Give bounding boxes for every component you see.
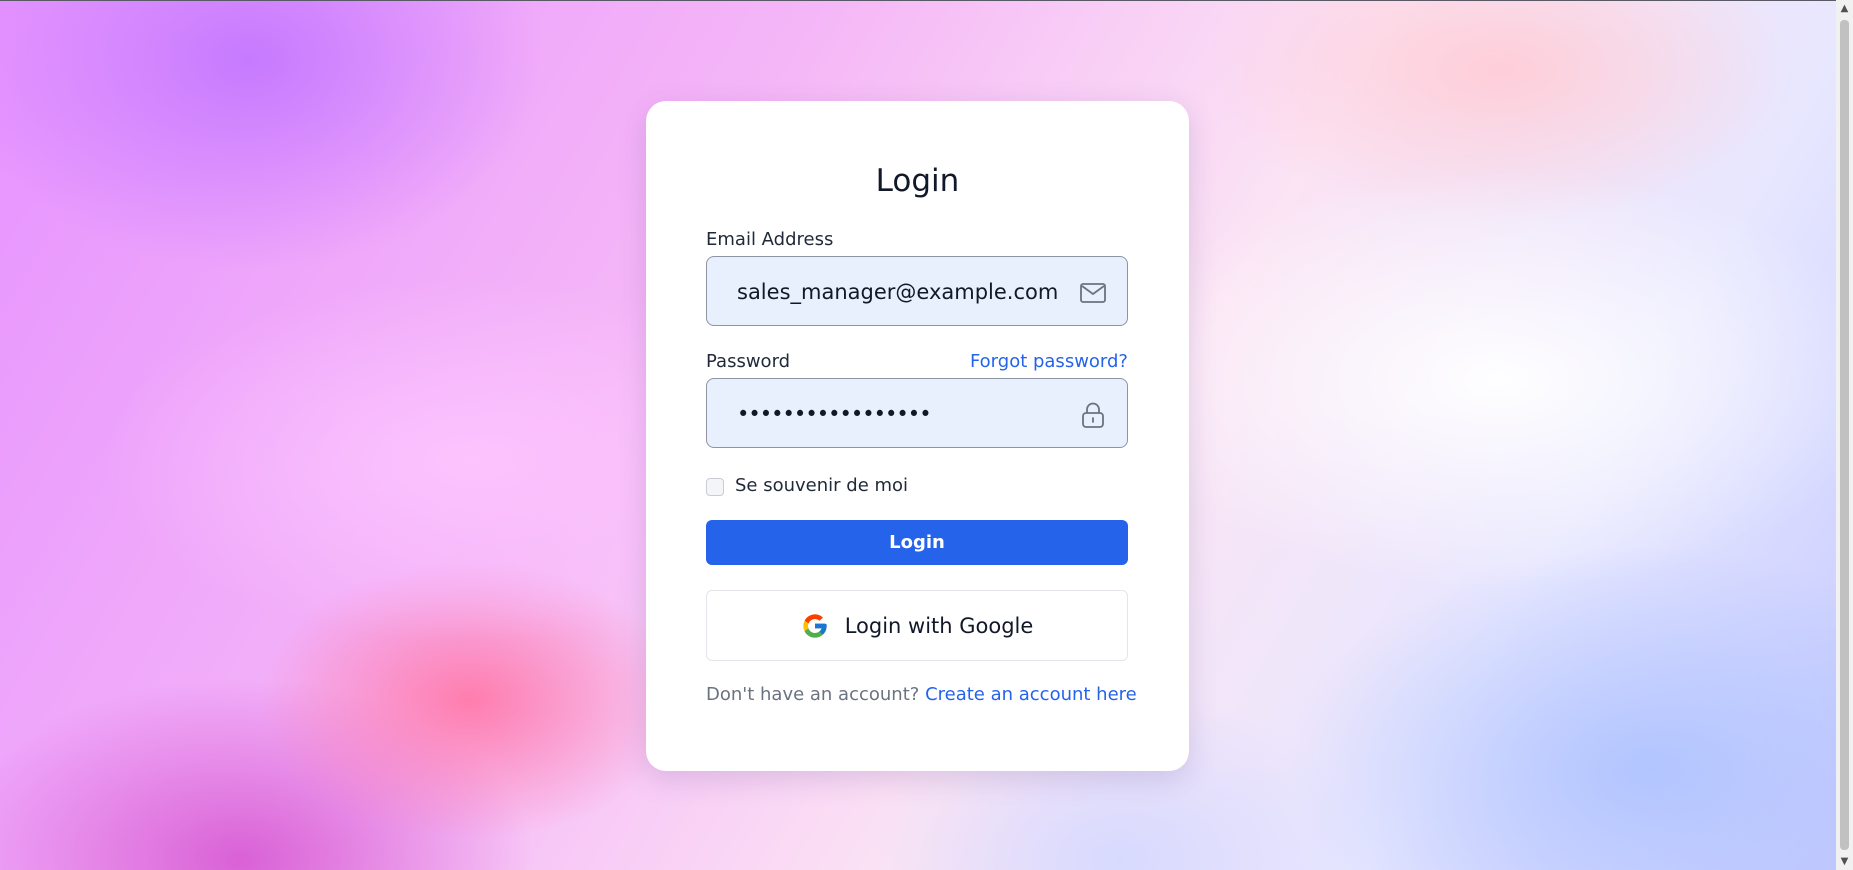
create-account-link[interactable]: Create an account here — [925, 684, 1137, 705]
lock-icon[interactable] — [1079, 401, 1107, 429]
page-title: Login — [875, 163, 960, 199]
signup-prompt: Don't have an account? Create an account… — [706, 684, 1137, 705]
google-icon — [803, 613, 827, 638]
email-value: sales_manager@example.com — [737, 280, 1059, 304]
password-label: Password — [706, 351, 791, 372]
login-button[interactable]: Login — [706, 520, 1128, 565]
remember-me-label[interactable]: Se souvenir de moi — [735, 475, 908, 496]
window-top-border — [0, 0, 1836, 1]
scrollbar-thumb[interactable] — [1840, 20, 1849, 850]
scroll-down-icon[interactable]: ▼ — [1836, 853, 1853, 870]
mail-icon — [1080, 283, 1106, 303]
forgot-password-link[interactable]: Forgot password? — [970, 351, 1128, 372]
signup-prompt-text: Don't have an account? — [706, 684, 920, 705]
google-login-button[interactable]: Login with Google — [706, 590, 1128, 661]
login-card: Login Email Address sales_manager@exampl… — [646, 101, 1189, 771]
password-field[interactable]: ••••••••••••••••• — [706, 378, 1128, 448]
password-value: ••••••••••••••••• — [737, 402, 932, 426]
google-login-label: Login with Google — [844, 613, 1034, 638]
vertical-scrollbar[interactable]: ▲ ▼ — [1836, 0, 1853, 870]
remember-me-checkbox[interactable] — [706, 478, 724, 496]
scroll-up-icon[interactable]: ▲ — [1836, 0, 1853, 17]
email-field[interactable]: sales_manager@example.com — [706, 256, 1128, 326]
email-label: Email Address — [706, 229, 834, 250]
